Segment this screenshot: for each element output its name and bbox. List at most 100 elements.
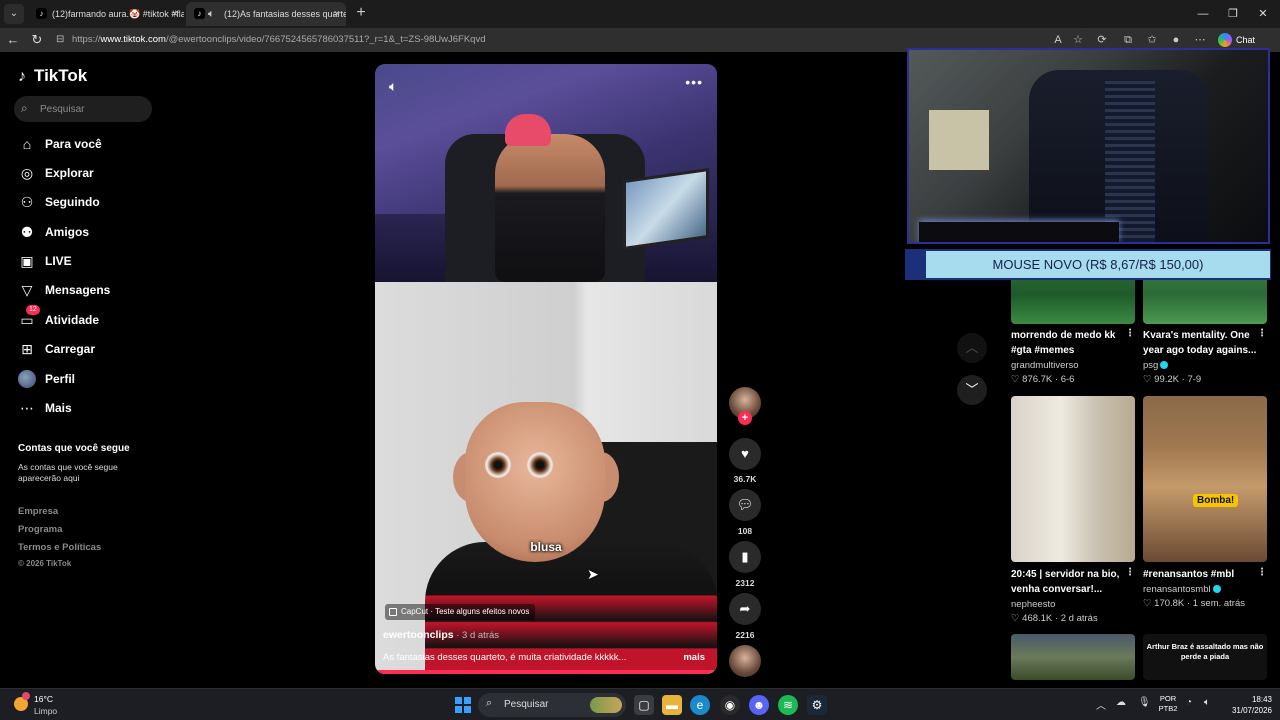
video-thumbnail[interactable]: Bomba! xyxy=(1143,396,1267,562)
site-info-icon[interactable]: ⊟ xyxy=(56,33,68,47)
profile-icon[interactable]: ● xyxy=(1168,32,1184,48)
live-icon: ▣ xyxy=(20,253,34,269)
clock[interactable]: 18:43 31/07/2026 xyxy=(1220,694,1272,716)
card-title[interactable]: morrendo de medo kk #gta #memes xyxy=(1011,328,1129,358)
spotify-icon[interactable]: ≋ xyxy=(778,695,798,715)
video-thumbnail[interactable] xyxy=(1011,634,1135,680)
network-icon[interactable]: ☁ xyxy=(1116,697,1126,708)
previous-video-button[interactable]: ︿ xyxy=(957,333,987,363)
card-author[interactable]: nepheesto xyxy=(1011,599,1055,610)
card-author[interactable]: renansantosmbl xyxy=(1143,584,1221,595)
tab-actions-button[interactable]: ⌄ xyxy=(4,4,24,24)
tiktok-logo[interactable]: ♪ TikTok xyxy=(18,66,87,86)
favorite-star-icon[interactable]: ☆ xyxy=(1070,32,1086,48)
copilot-chat-button[interactable]: Chat xyxy=(1216,31,1261,49)
author-name: psg xyxy=(1143,360,1159,371)
taskbar-search[interactable]: ⌕ Pesquisar xyxy=(478,693,626,717)
card-author[interactable]: grandmultiverso xyxy=(1011,360,1079,371)
grid-video-card[interactable] xyxy=(1011,634,1135,680)
sidebar-item-amigos[interactable]: ⚉ Amigos xyxy=(18,220,158,244)
minimize-button[interactable]: — xyxy=(1188,4,1218,24)
music-disc-avatar[interactable] xyxy=(729,645,761,677)
grid-video-card[interactable]: Arthur Braz é assaltado mas não perde a … xyxy=(1143,634,1267,680)
close-icon[interactable]: × xyxy=(334,2,340,26)
next-video-button[interactable]: ﹀ xyxy=(957,375,987,405)
close-icon[interactable]: × xyxy=(172,2,178,26)
tab-fantasias[interactable]: ♪ 🔈︎ (12)As fantasias desses quarte × xyxy=(186,2,346,26)
card-more-icon[interactable]: ⋮ xyxy=(1257,328,1267,339)
windows-start-icon[interactable] xyxy=(455,697,471,713)
card-more-icon[interactable]: ⋮ xyxy=(1125,328,1135,339)
footer-link-programa[interactable]: Programa xyxy=(18,524,62,535)
card-more-icon[interactable]: ⋮ xyxy=(1257,567,1267,578)
video-author[interactable]: ewertoonclips · 3 d atrás xyxy=(383,629,499,641)
footer-link-termos[interactable]: Termos e Políticas xyxy=(18,542,101,553)
sidebar-item-para-voce[interactable]: ⌂ Para você xyxy=(18,132,158,156)
sidebar-item-perfil[interactable]: Perfil xyxy=(18,367,158,391)
video-progress-bar[interactable] xyxy=(375,670,717,674)
card-more-icon[interactable]: ⋮ xyxy=(1125,567,1135,578)
steam-icon[interactable]: ⚙ xyxy=(807,695,827,715)
card-title[interactable]: #renansantos #mbl xyxy=(1143,567,1261,582)
weather-condition: Limpo xyxy=(34,706,58,716)
new-tab-button[interactable]: + xyxy=(352,4,370,22)
tab-farmando-aura[interactable]: ♪ (12)farmando aura.🤡 #tiktok #fla × xyxy=(28,2,184,26)
sidebar-item-seguindo[interactable]: ⚇ Seguindo xyxy=(18,190,158,214)
maximize-button[interactable]: ❐ xyxy=(1218,4,1248,24)
eye xyxy=(527,452,553,478)
comment-button[interactable]: 💬︎ xyxy=(729,489,761,521)
card-title[interactable]: 20:45 | servidor na bio, venha conversar… xyxy=(1011,567,1129,597)
close-window-button[interactable]: ✕ xyxy=(1248,4,1278,24)
language-indicator[interactable]: POR PTB2 xyxy=(1156,694,1180,714)
grid-video-card[interactable]: 20:45 | servidor na bio, venha conversar… xyxy=(1011,396,1135,628)
more-options-icon[interactable]: ••• xyxy=(685,74,703,90)
video-player[interactable]: 🔈︎ ••• blusa CapCut · Teste alguns efeit… xyxy=(375,64,717,674)
file-explorer-icon[interactable]: ▬ xyxy=(662,695,682,715)
search-box[interactable]: ⌕ xyxy=(14,96,152,122)
settings-more-icon[interactable]: ⋯ xyxy=(1192,32,1208,48)
footer-link-empresa[interactable]: Empresa xyxy=(18,506,58,517)
like-button[interactable]: ♥ xyxy=(729,438,761,470)
chat-label: Chat xyxy=(1236,35,1256,45)
back-icon[interactable]: ← xyxy=(3,30,23,50)
show-hidden-icons[interactable]: ︿ xyxy=(1096,697,1106,712)
save-button[interactable]: ▮ xyxy=(729,541,761,573)
notification-badge: 12 xyxy=(26,305,40,315)
video-thumbnail[interactable]: Arthur Braz é assaltado mas não perde a … xyxy=(1143,634,1267,680)
card-likes: 170.8K xyxy=(1154,598,1185,609)
keyboard xyxy=(919,222,1119,242)
sidebar-item-explorar[interactable]: ◎ Explorar xyxy=(18,161,158,185)
microphone-icon[interactable]: 🎙︎ xyxy=(1138,697,1151,708)
card-title[interactable]: Kvara's mentality. One year ago today ag… xyxy=(1143,328,1261,358)
refresh-icon[interactable]: ↻ xyxy=(27,30,47,50)
weather-widget[interactable]: 16°C Limpo xyxy=(14,692,74,717)
search-input[interactable] xyxy=(40,96,148,122)
video-thumbnail[interactable] xyxy=(1011,396,1135,562)
obs-icon[interactable]: ◉ xyxy=(720,695,740,715)
extensions-icon[interactable]: ⟳ xyxy=(1094,32,1110,48)
translate-icon[interactable]: A xyxy=(1050,32,1066,48)
author-name[interactable]: ewertoonclips xyxy=(383,629,454,641)
task-view-icon[interactable]: ▢ xyxy=(634,695,654,715)
sidebar-item-live[interactable]: ▣ LIVE xyxy=(18,249,158,273)
url-field[interactable]: ⊟ https://www.tiktok.com/@ewertoonclips/… xyxy=(50,30,1090,50)
favorites-icon[interactable]: ✩ xyxy=(1144,32,1160,48)
extension-puzzle-icon[interactable]: ⧉ xyxy=(1120,32,1136,48)
sidebar-item-mensagens[interactable]: ▽ Mensagens xyxy=(18,278,158,302)
wifi-icon[interactable]: ◔ xyxy=(1186,697,1192,708)
sidebar-item-label: Mais xyxy=(45,401,72,415)
follow-button[interactable]: + xyxy=(738,411,752,425)
grid-video-card[interactable]: Bomba! #renansantos #mbl ⋮ renansantosmb… xyxy=(1143,396,1267,628)
edge-icon[interactable]: e xyxy=(690,695,710,715)
more-link[interactable]: mais xyxy=(683,652,705,663)
discord-icon[interactable]: ☻ xyxy=(749,695,769,715)
volume-icon[interactable]: 🔈︎ xyxy=(1204,697,1210,708)
volume-icon[interactable]: 🔈︎ xyxy=(389,78,397,95)
card-author[interactable]: psg xyxy=(1143,360,1169,371)
share-button[interactable]: ➦ xyxy=(729,593,761,625)
sidebar-item-atividade[interactable]: ▭ 12 Atividade xyxy=(18,305,158,332)
capcut-tag[interactable]: CapCut · Teste alguns efeitos novos xyxy=(385,604,536,620)
sidebar-item-carregar[interactable]: ⊞ Carregar xyxy=(18,337,158,361)
sidebar-item-mais[interactable]: ⋯ Mais xyxy=(18,396,158,420)
speaker-icon[interactable]: 🔈︎ xyxy=(208,2,215,26)
